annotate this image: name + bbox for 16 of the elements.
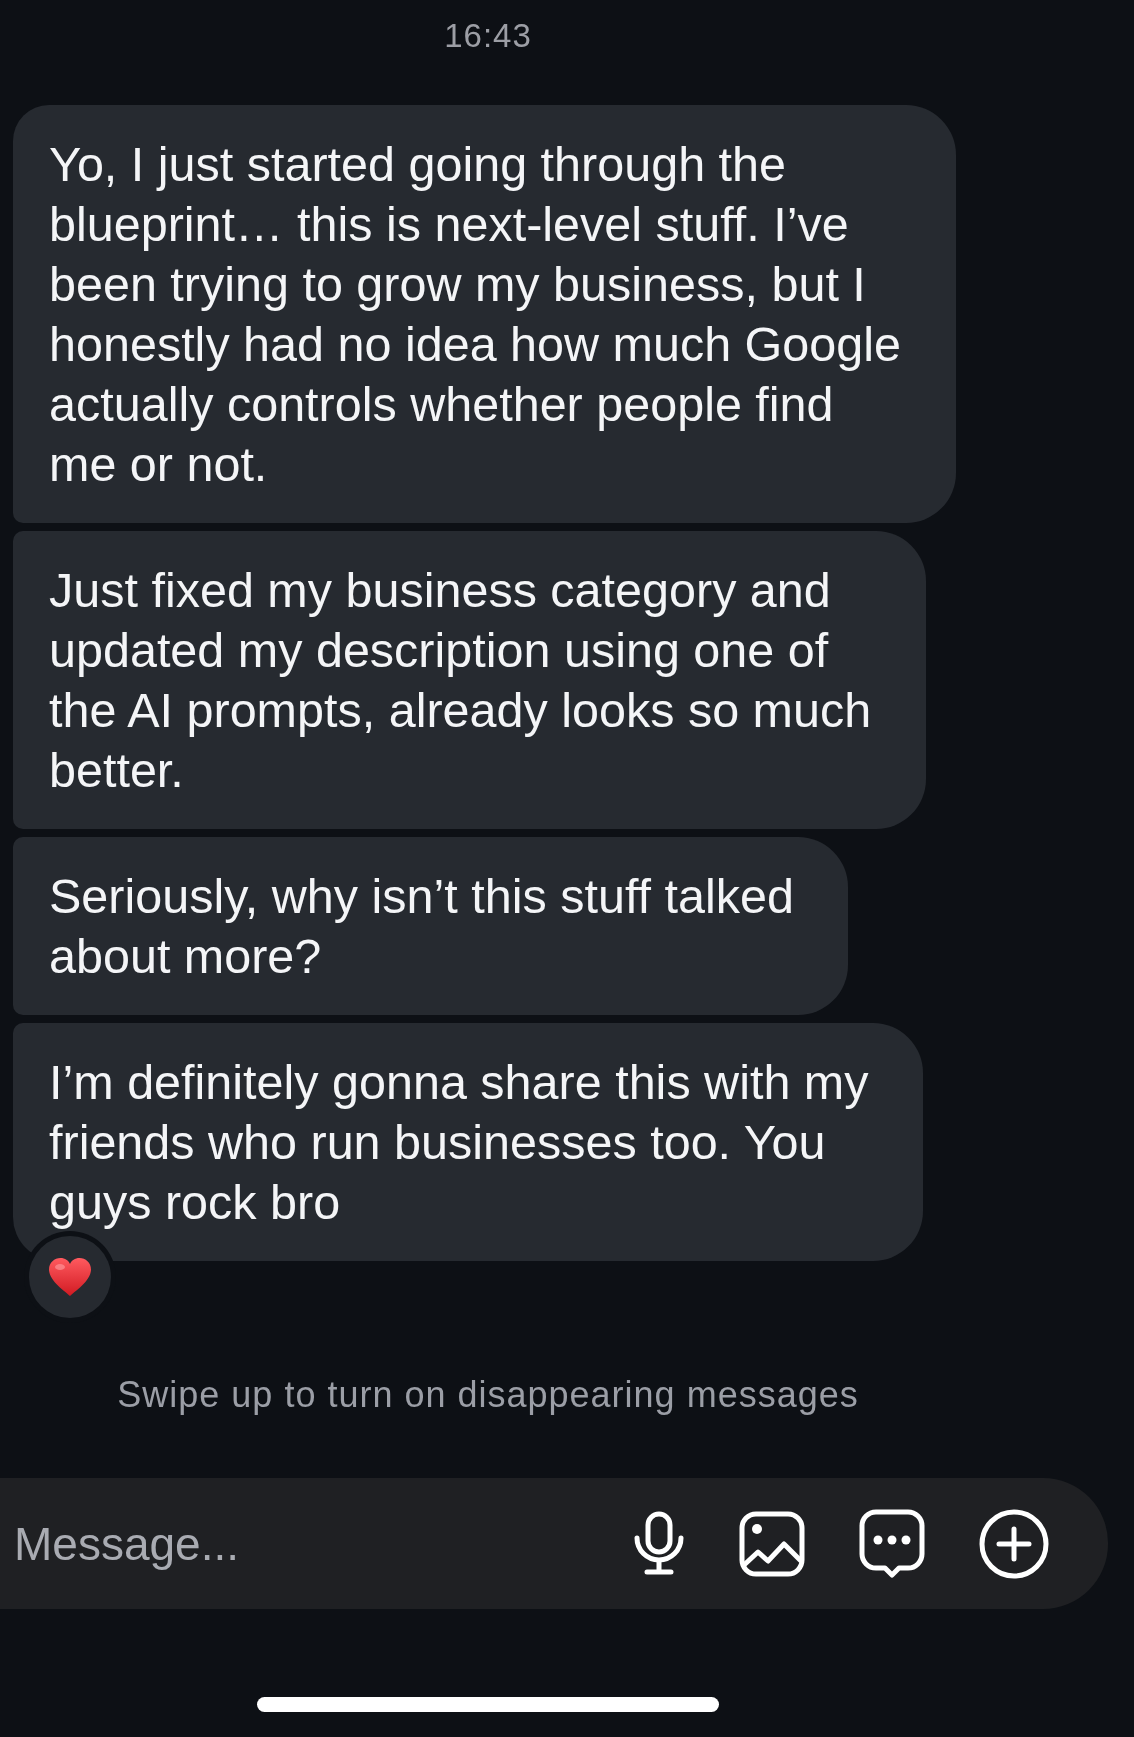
message-input[interactable]: Message... [14,1508,579,1579]
add-button[interactable] [979,1508,1049,1579]
image-button[interactable] [739,1510,805,1577]
message-bubble: Seriously, why isn’t this stuff talked about more? [13,837,848,1015]
speech-bubble-icon [859,1509,925,1578]
plus-circle-icon [979,1508,1049,1579]
message-bubble: Yo, I just started going through the blueprint… this is next-level stuff. I’ve been trying to grow my business, but I honestly had no idea how much Google actually controls whether people find me or not. [13,105,956,523]
timestamp: 16:43 [444,16,532,56]
image-icon [739,1510,805,1577]
composer-bar[interactable]: Message... [0,1478,1108,1609]
microphone-icon [633,1510,685,1577]
microphone-button[interactable] [633,1510,685,1577]
speech-bubble-button[interactable] [859,1509,925,1578]
disappearing-messages-hint: Swipe up to turn on disappearing messages [117,1373,859,1417]
message-bubble: Just fixed my business category and updated my description using one of the AI prompts, already looks so much better. [13,531,926,829]
message-bubble: I’m definitely gonna share this with my friends who run businesses too. You guys rock bro [13,1023,923,1261]
